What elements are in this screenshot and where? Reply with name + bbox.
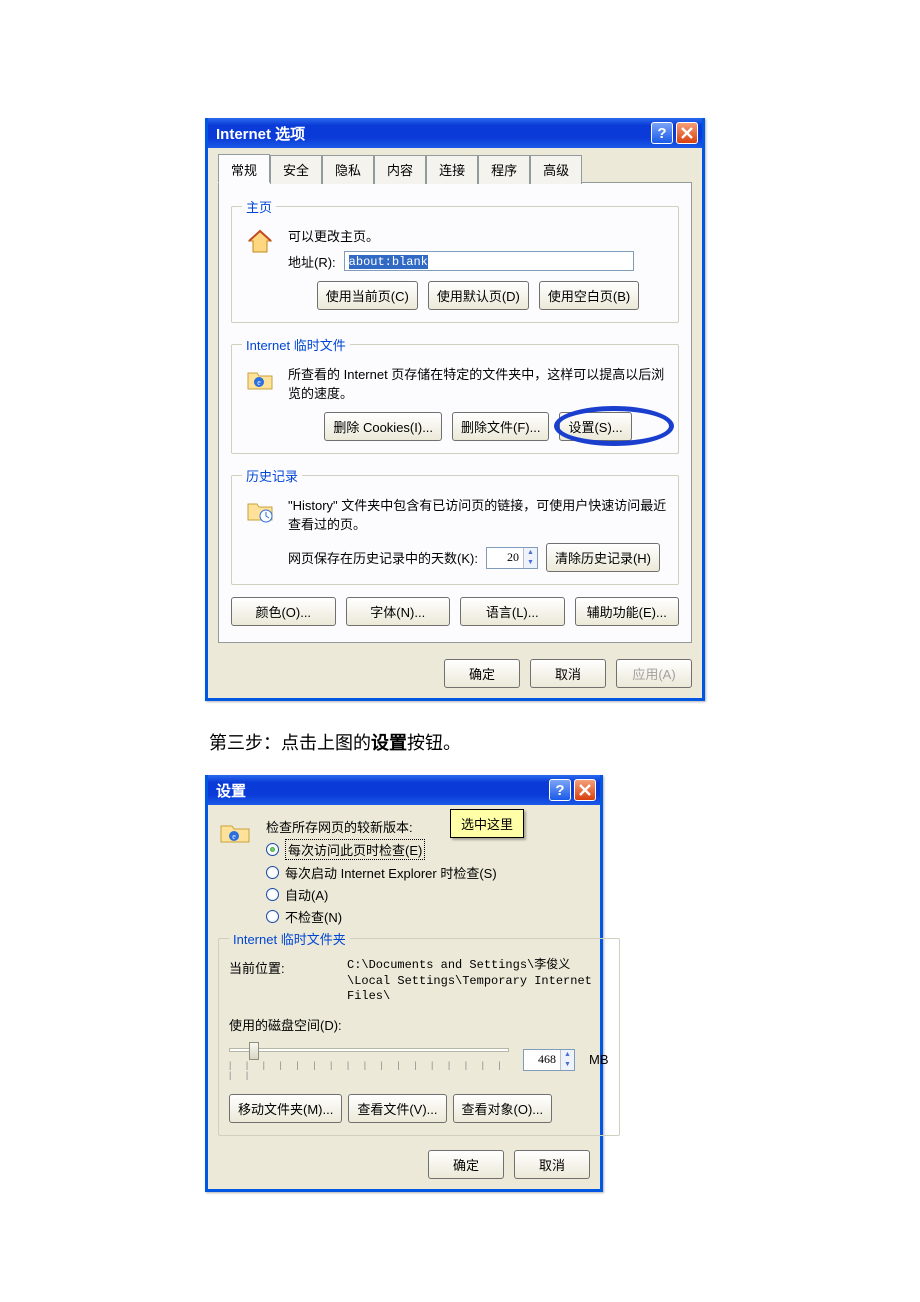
spinner-up-icon[interactable]: ▲ <box>523 548 537 558</box>
step-caption: 第三步：点击上图的设置按钮。 <box>209 729 705 755</box>
current-location-value: C:\Documents and Settings\李俊义\Local Sett… <box>347 958 609 1005</box>
accessibility-button[interactable]: 辅助功能(E)... <box>575 597 680 626</box>
group-tempfiles: Internet 临时文件 e 所查看的 Internet 页存储在特定的文件夹… <box>231 335 679 454</box>
disk-space-slider[interactable] <box>229 1044 509 1058</box>
languages-button[interactable]: 语言(L)... <box>460 597 565 626</box>
use-default-button[interactable]: 使用默认页(D) <box>428 281 529 310</box>
svg-text:e: e <box>257 378 261 387</box>
tab-general[interactable]: 常规 <box>218 154 270 183</box>
tab-panel-general: 主页 可以更改主页。 地址(R): about:blank <box>218 182 692 643</box>
spinner-down-icon[interactable]: ▼ <box>523 558 537 568</box>
cancel-button[interactable]: 取消 <box>530 659 606 688</box>
address-field[interactable]: about:blank <box>344 251 634 271</box>
radio-auto-label[interactable]: 自动(A) <box>285 885 328 904</box>
history-icon <box>242 495 278 572</box>
folder-ie-icon: e <box>242 364 278 402</box>
use-blank-button[interactable]: 使用空白页(B) <box>539 281 639 310</box>
history-days-input[interactable] <box>487 550 523 565</box>
slider-ticks: | | | | | | | | | | | | | | | | | | | <box>229 1060 509 1080</box>
homepage-desc: 可以更改主页。 <box>288 226 668 245</box>
help-button-2[interactable]: ? <box>549 779 571 801</box>
close-button-2[interactable] <box>574 779 596 801</box>
close-button[interactable] <box>676 122 698 144</box>
close-icon <box>681 127 693 139</box>
disk-space-spinner[interactable]: ▲ ▼ <box>523 1049 575 1071</box>
apply-button[interactable]: 应用(A) <box>616 659 692 688</box>
help-button[interactable]: ? <box>651 122 673 144</box>
check-newer-header: 检查所存网页的较新版本: <box>266 817 590 836</box>
current-location-label: 当前位置: <box>229 958 339 977</box>
radio-every-start[interactable] <box>266 866 279 879</box>
radio-never-label[interactable]: 不检查(N) <box>285 907 342 926</box>
clear-history-button[interactable]: 清除历史记录(H) <box>546 543 660 572</box>
address-label: 地址(R): <box>288 252 336 271</box>
tempfiles-desc: 所查看的 Internet 页存储在特定的文件夹中，这样可以提高以后浏览的速度。 <box>288 364 668 402</box>
ok-button[interactable]: 确定 <box>444 659 520 688</box>
address-value: about:blank <box>349 255 428 269</box>
tab-privacy[interactable]: 隐私 <box>322 155 374 184</box>
group-tempfolder: Internet 临时文件夹 当前位置: C:\Documents and Se… <box>218 929 620 1136</box>
group-tempfolder-legend: Internet 临时文件夹 <box>229 929 350 948</box>
group-history: 历史记录 "History" 文件夹中包含有已访问页的链接，可使用户快速访问最近… <box>231 466 679 585</box>
spinner-down-icon[interactable]: ▼ <box>560 1060 574 1070</box>
titlebar[interactable]: Internet 选项 ? <box>208 118 702 148</box>
home-icon <box>242 226 278 271</box>
history-days-spinner[interactable]: ▲ ▼ <box>486 547 538 569</box>
svg-text:e: e <box>232 832 236 841</box>
move-folder-button[interactable]: 移动文件夹(M)... <box>229 1094 342 1123</box>
settings-cancel-button[interactable]: 取消 <box>514 1150 590 1179</box>
radio-never[interactable] <box>266 910 279 923</box>
hint-select-here: 选中这里 <box>450 809 524 838</box>
titlebar-settings[interactable]: 设置 ? <box>208 775 600 805</box>
disk-space-label: 使用的磁盘空间(D): <box>229 1015 609 1034</box>
radio-every-start-label[interactable]: 每次启动 Internet Explorer 时检查(S) <box>285 863 497 882</box>
spinner-up-icon[interactable]: ▲ <box>560 1050 574 1060</box>
settings-window-title: 设置 <box>216 780 546 801</box>
view-objects-button[interactable]: 查看对象(O)... <box>453 1094 553 1123</box>
settings-button[interactable]: 设置(S)... <box>559 412 631 441</box>
tab-strip: 常规 安全 隐私 内容 连接 程序 高级 <box>218 154 692 183</box>
close-icon <box>579 784 591 796</box>
group-homepage-legend: 主页 <box>242 197 276 216</box>
tab-security[interactable]: 安全 <box>270 155 322 184</box>
folder-ie-icon-2: e <box>218 817 258 847</box>
fonts-button[interactable]: 字体(N)... <box>346 597 451 626</box>
history-desc: "History" 文件夹中包含有已访问页的链接，可使用户快速访问最近查看过的页… <box>288 495 668 533</box>
internet-options-dialog: Internet 选项 ? 常规 安全 隐私 内容 连接 程序 高级 主页 <box>205 118 705 701</box>
tab-content[interactable]: 内容 <box>374 155 426 184</box>
tab-connections[interactable]: 连接 <box>426 155 478 184</box>
colors-button[interactable]: 颜色(O)... <box>231 597 336 626</box>
delete-files-button[interactable]: 删除文件(F)... <box>452 412 549 441</box>
delete-cookies-button[interactable]: 删除 Cookies(I)... <box>324 412 442 441</box>
disk-space-input[interactable] <box>524 1052 560 1067</box>
history-days-label: 网页保存在历史记录中的天数(K): <box>288 548 478 567</box>
group-history-legend: 历史记录 <box>242 466 302 485</box>
use-current-button[interactable]: 使用当前页(C) <box>317 281 418 310</box>
group-tempfiles-legend: Internet 临时文件 <box>242 335 350 354</box>
settings-ok-button[interactable]: 确定 <box>428 1150 504 1179</box>
radio-every-visit[interactable] <box>266 843 279 856</box>
group-homepage: 主页 可以更改主页。 地址(R): about:blank <box>231 197 679 323</box>
window-title: Internet 选项 <box>216 123 648 144</box>
settings-dialog: 设置 ? 选中这里 e 检查所存网页的较新版本: 每次访问此页时检查(E) 每次… <box>205 775 603 1192</box>
tab-advanced[interactable]: 高级 <box>530 155 582 184</box>
radio-every-visit-label[interactable]: 每次访问此页时检查(E) <box>285 839 425 860</box>
view-files-button[interactable]: 查看文件(V)... <box>348 1094 446 1123</box>
radio-auto[interactable] <box>266 888 279 901</box>
disk-space-unit: MB <box>589 1052 609 1067</box>
tab-programs[interactable]: 程序 <box>478 155 530 184</box>
